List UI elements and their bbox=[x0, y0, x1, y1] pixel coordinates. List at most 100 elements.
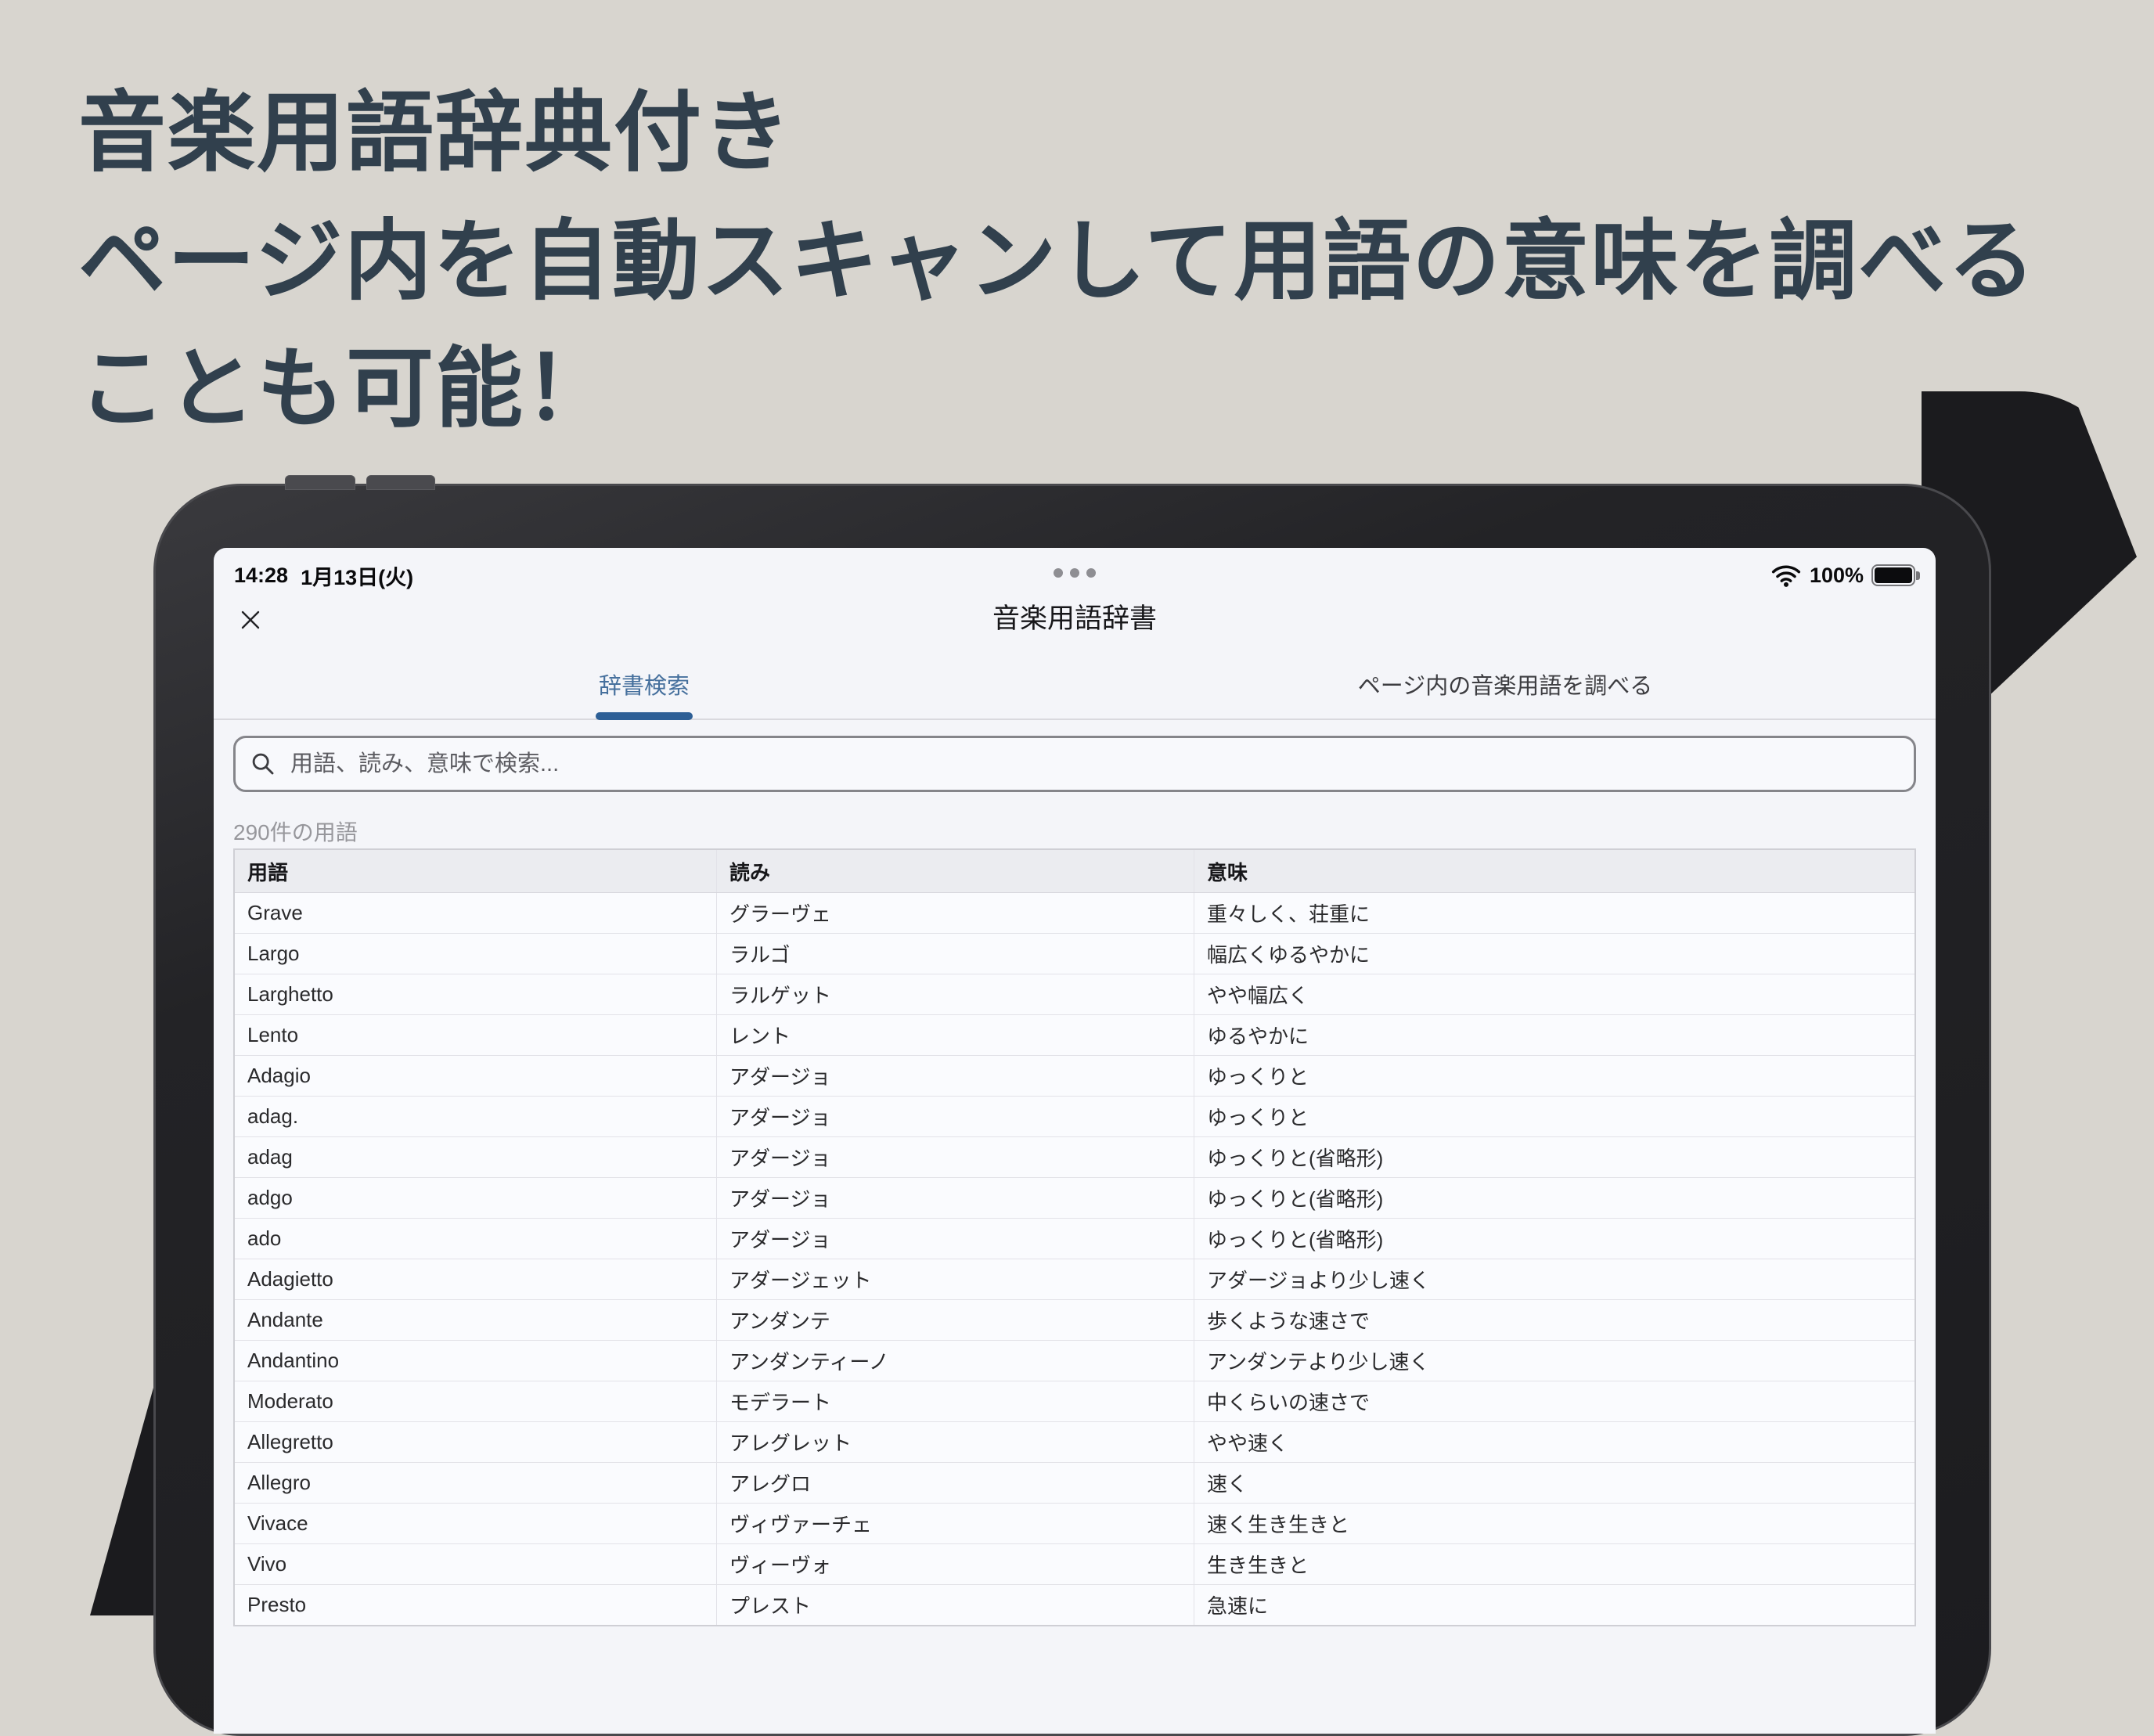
term-link[interactable]: Allegretto bbox=[234, 1422, 716, 1463]
reading-cell: ラルゴ bbox=[716, 934, 1194, 974]
reading-cell: アダージョ bbox=[716, 1097, 1194, 1137]
reading-cell: モデラート bbox=[716, 1381, 1194, 1422]
meaning-cell: ゆっくりと bbox=[1194, 1056, 1916, 1097]
term-link[interactable]: Largo bbox=[234, 934, 716, 974]
col-header-meaning: 意味 bbox=[1194, 849, 1916, 893]
table-row: Allegro アレグロ 速く bbox=[234, 1463, 1915, 1504]
tab-label: 辞書検索 bbox=[599, 668, 690, 701]
table-row: Andante アンダンテ 歩くような速さで bbox=[234, 1300, 1915, 1341]
table-row: Larghetto ラルゲット やや幅広く bbox=[234, 974, 1915, 1015]
table-row: Moderato モデラート 中くらいの速さで bbox=[234, 1381, 1915, 1422]
table-row: Vivo ヴィーヴォ 生き生きと bbox=[234, 1544, 1915, 1585]
term-link[interactable]: Lento bbox=[234, 1015, 716, 1056]
term-link[interactable]: adag bbox=[234, 1137, 716, 1178]
volume-down-button bbox=[366, 475, 435, 490]
status-bar: 14:28 1月13日(火) 100% bbox=[214, 548, 1936, 598]
table-row: Adagio アダージョ ゆっくりと bbox=[234, 1056, 1915, 1097]
close-button[interactable] bbox=[237, 603, 272, 637]
headline-line-3: ことも可能！ bbox=[78, 325, 2037, 453]
table-row: Adagietto アダージェット アダージョより少し速く bbox=[234, 1259, 1915, 1300]
term-link[interactable]: Adagietto bbox=[234, 1259, 716, 1300]
meaning-cell: やや速く bbox=[1194, 1422, 1916, 1463]
term-link[interactable]: Grave bbox=[234, 893, 716, 934]
term-link[interactable]: adgo bbox=[234, 1178, 716, 1219]
reading-cell: ヴィヴァーチェ bbox=[716, 1504, 1194, 1544]
reading-cell: グラーヴェ bbox=[716, 893, 1194, 934]
col-header-term: 用語 bbox=[234, 849, 716, 893]
meaning-cell: 重々しく、荘重に bbox=[1194, 893, 1916, 934]
meaning-cell: 幅広くゆるやかに bbox=[1194, 934, 1916, 974]
reading-cell: アレグロ bbox=[716, 1463, 1194, 1504]
search-box[interactable] bbox=[233, 736, 1916, 792]
term-link[interactable]: Vivace bbox=[234, 1504, 716, 1544]
ipad-frame: 14:28 1月13日(火) 100% bbox=[153, 484, 1991, 1736]
headline-line-2: ページ内を自動スキャンして用語の意味を調べる bbox=[78, 197, 2037, 326]
meaning-cell: やや幅広く bbox=[1194, 974, 1916, 1015]
table-row: Presto プレスト 急速に bbox=[234, 1585, 1915, 1626]
table-row: ado アダージョ ゆっくりと(省略形) bbox=[234, 1219, 1915, 1259]
tab-bar: 辞書検索 ページ内の音楽用語を調べる bbox=[214, 653, 1936, 720]
table-row: adgo アダージョ ゆっくりと(省略形) bbox=[234, 1178, 1915, 1219]
term-link[interactable]: Larghetto bbox=[234, 974, 716, 1015]
search-input[interactable] bbox=[289, 751, 1900, 778]
term-link[interactable]: Allegro bbox=[234, 1463, 716, 1504]
term-link[interactable]: Moderato bbox=[234, 1381, 716, 1422]
reading-cell: レント bbox=[716, 1015, 1194, 1056]
term-link[interactable]: Vivo bbox=[234, 1544, 716, 1585]
meaning-cell: 速く bbox=[1194, 1463, 1916, 1504]
active-tab-indicator bbox=[596, 712, 693, 720]
status-left: 14:28 1月13日(火) bbox=[234, 560, 413, 591]
reading-cell: アダージョ bbox=[716, 1056, 1194, 1097]
meaning-cell: アンダンテより少し速く bbox=[1194, 1341, 1916, 1381]
meaning-cell: ゆっくりと(省略形) bbox=[1194, 1178, 1916, 1219]
reading-cell: アダージョ bbox=[716, 1137, 1194, 1178]
tab-scan-page-terms[interactable]: ページ内の音楽用語を調べる bbox=[1075, 653, 1936, 719]
status-time: 14:28 bbox=[234, 564, 288, 588]
reading-cell: プレスト bbox=[716, 1585, 1194, 1626]
status-date: 1月13日(火) bbox=[301, 560, 413, 591]
meaning-cell: ゆっくりと(省略形) bbox=[1194, 1137, 1916, 1178]
meaning-cell: 歩くような速さで bbox=[1194, 1300, 1916, 1341]
tab-dictionary-search[interactable]: 辞書検索 bbox=[214, 653, 1075, 719]
page-title: 音楽用語辞書 bbox=[214, 598, 1936, 640]
table-body: Grave グラーヴェ 重々しく、荘重に Largo ラルゴ 幅広くゆるやかに … bbox=[234, 893, 1915, 1626]
search-icon bbox=[250, 751, 276, 777]
dictionary-table: 用語 読み 意味 Grave グラーヴェ 重々しく、荘重に Largo ラルゴ … bbox=[233, 848, 1916, 1626]
meaning-cell: アダージョより少し速く bbox=[1194, 1259, 1916, 1300]
result-count: 290件の用語 bbox=[233, 816, 1916, 841]
meaning-cell: 中くらいの速さで bbox=[1194, 1381, 1916, 1422]
term-link[interactable]: adag. bbox=[234, 1097, 716, 1137]
table-row: Andantino アンダンティーノ アンダンテより少し速く bbox=[234, 1341, 1915, 1381]
reading-cell: アレグレット bbox=[716, 1422, 1194, 1463]
table-header-row: 用語 読み 意味 bbox=[234, 849, 1915, 893]
table-row: Vivace ヴィヴァーチェ 速く生き生きと bbox=[234, 1504, 1915, 1544]
reading-cell: アンダンティーノ bbox=[716, 1341, 1194, 1381]
battery-percent: 100% bbox=[1810, 564, 1864, 588]
meaning-cell: 生き生きと bbox=[1194, 1544, 1916, 1585]
table-row: Allegretto アレグレット やや速く bbox=[234, 1422, 1915, 1463]
reading-cell: ヴィーヴォ bbox=[716, 1544, 1194, 1585]
table-row: Largo ラルゴ 幅広くゆるやかに bbox=[234, 934, 1915, 974]
reading-cell: アダージェット bbox=[716, 1259, 1194, 1300]
meaning-cell: ゆっくりと(省略形) bbox=[1194, 1219, 1916, 1259]
headline-line-1: 音楽用語辞典付き bbox=[78, 69, 2037, 197]
term-link[interactable]: Presto bbox=[234, 1585, 716, 1626]
multitask-dots-icon bbox=[1054, 568, 1096, 578]
app-header: 音楽用語辞書 bbox=[214, 598, 1936, 640]
table-row: adag. アダージョ ゆっくりと bbox=[234, 1097, 1915, 1137]
reading-cell: アンダンテ bbox=[716, 1300, 1194, 1341]
screen: 14:28 1月13日(火) 100% bbox=[214, 548, 1936, 1734]
meaning-cell: ゆっくりと bbox=[1194, 1097, 1916, 1137]
content: 290件の用語 用語 読み 意味 Grave グラーヴェ 重々しく、荘重に La… bbox=[214, 736, 1936, 1626]
status-right: 100% bbox=[1770, 564, 1915, 588]
meaning-cell: 急速に bbox=[1194, 1585, 1916, 1626]
table-row: adag アダージョ ゆっくりと(省略形) bbox=[234, 1137, 1915, 1178]
term-link[interactable]: Andantino bbox=[234, 1341, 716, 1381]
term-link[interactable]: Adagio bbox=[234, 1056, 716, 1097]
term-link[interactable]: ado bbox=[234, 1219, 716, 1259]
meaning-cell: 速く生き生きと bbox=[1194, 1504, 1916, 1544]
term-link[interactable]: Andante bbox=[234, 1300, 716, 1341]
col-header-reading: 読み bbox=[716, 849, 1194, 893]
meaning-cell: ゆるやかに bbox=[1194, 1015, 1916, 1056]
volume-up-button bbox=[285, 475, 355, 490]
